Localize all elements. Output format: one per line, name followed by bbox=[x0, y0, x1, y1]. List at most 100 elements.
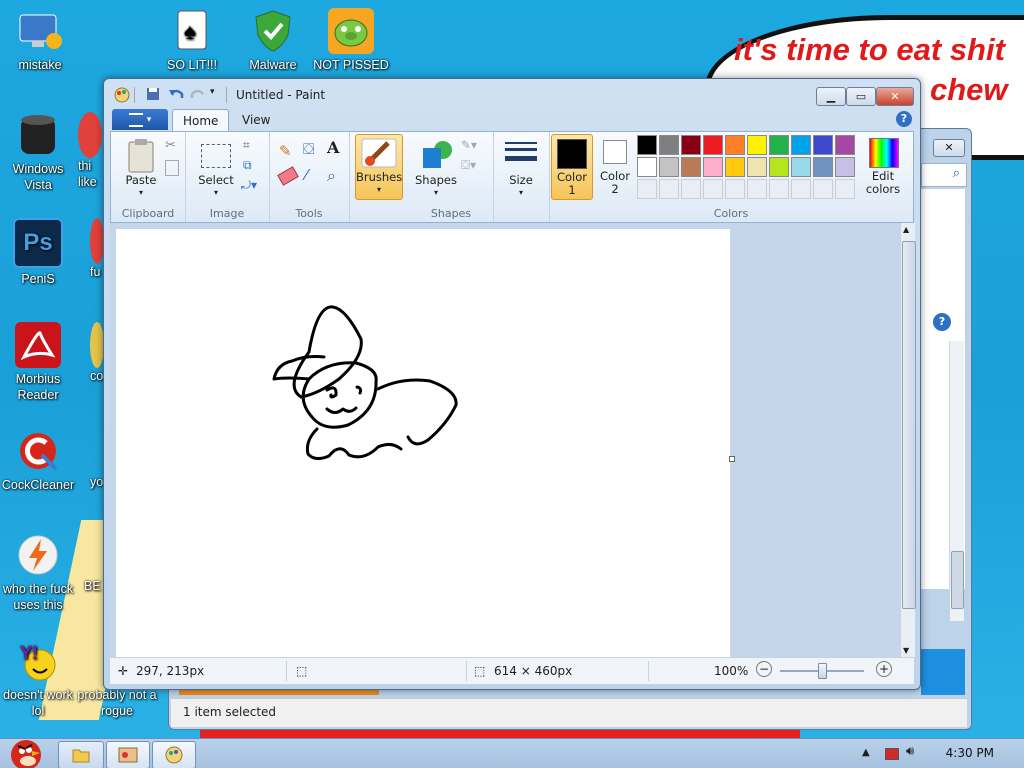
explorer-close-button[interactable]: ✕ bbox=[933, 139, 965, 157]
custom-color-slot[interactable] bbox=[835, 179, 855, 199]
shapes-button[interactable]: Shapes ▾ bbox=[415, 138, 457, 198]
desktop-icon-windows-vista[interactable]: Windows Vista bbox=[0, 112, 78, 193]
tab-view[interactable]: View bbox=[232, 109, 280, 130]
desktop-icon-doesnt-work[interactable]: Y! doesn't work lol bbox=[0, 638, 78, 719]
scroll-down-icon[interactable]: ▼ bbox=[903, 646, 909, 655]
canvas-resize-handle[interactable] bbox=[729, 456, 735, 462]
drawing-canvas[interactable] bbox=[116, 229, 735, 659]
help-icon[interactable]: ? bbox=[933, 313, 951, 331]
color2-button[interactable]: Color 2 bbox=[595, 134, 635, 198]
taskbar-explorer-button[interactable] bbox=[58, 741, 104, 768]
custom-color-slot[interactable] bbox=[637, 179, 657, 199]
custom-color-slot[interactable] bbox=[813, 179, 833, 199]
custom-color-slot[interactable] bbox=[703, 179, 723, 199]
palette-swatch[interactable] bbox=[835, 157, 855, 177]
title-bar[interactable]: ▾ Untitled - Paint ▁ ▭ ✕ bbox=[104, 79, 920, 109]
volume-icon[interactable]: 🔊︎ bbox=[906, 744, 914, 759]
desktop-icon-who-uses-this[interactable]: who the fuck uses this bbox=[0, 532, 78, 613]
desktop-icon-cockcleaner[interactable]: CockCleaner bbox=[0, 428, 78, 493]
fill-bucket-icon[interactable]: ⛋ bbox=[303, 140, 314, 158]
explorer-search-box[interactable]: ⌕ bbox=[921, 163, 967, 187]
scroll-thumb[interactable] bbox=[902, 241, 916, 609]
start-button[interactable] bbox=[2, 731, 50, 768]
palette-swatch[interactable] bbox=[725, 157, 745, 177]
desktop-icon-not-pissed[interactable]: NOT PISSED bbox=[311, 8, 391, 73]
color1-button[interactable]: Color 1 bbox=[551, 134, 593, 200]
pencil-icon[interactable]: ✎ bbox=[279, 142, 292, 160]
palette-swatch[interactable] bbox=[659, 157, 679, 177]
palette-swatch[interactable] bbox=[681, 135, 701, 155]
palette-swatch[interactable] bbox=[637, 157, 657, 177]
edit-colors-button[interactable]: Edit colors bbox=[855, 134, 911, 198]
size-button[interactable]: Size ▾ bbox=[501, 138, 541, 198]
zoom-out-button[interactable]: − bbox=[756, 661, 772, 677]
crop-icon[interactable]: ⌗ bbox=[243, 138, 250, 153]
customize-quick-access-icon[interactable]: ▾ bbox=[210, 87, 224, 101]
palette-swatch[interactable] bbox=[703, 135, 723, 155]
palette-swatch[interactable] bbox=[725, 135, 745, 155]
paste-button[interactable]: Paste ▾ bbox=[119, 138, 163, 198]
zoom-in-button[interactable]: + bbox=[876, 661, 892, 677]
palette-swatch[interactable] bbox=[637, 135, 657, 155]
scroll-up-icon[interactable]: ▲ bbox=[903, 225, 909, 234]
magnifier-icon[interactable]: ⌕ bbox=[327, 166, 336, 186]
outline-icon[interactable]: ✎▾ bbox=[461, 138, 477, 152]
desktop-icon-malware[interactable]: Malware bbox=[233, 8, 313, 73]
taskbar-paint-group-button[interactable] bbox=[106, 741, 150, 768]
help-icon[interactable]: ? bbox=[896, 111, 912, 127]
fill-icon[interactable]: ⛋▾ bbox=[461, 158, 476, 173]
angry-bird-icon bbox=[11, 740, 41, 768]
palette-swatch[interactable] bbox=[769, 135, 789, 155]
palette-swatch[interactable] bbox=[747, 157, 767, 177]
desktop-icon-mistake[interactable]: mistake bbox=[0, 8, 80, 73]
tab-home[interactable]: Home bbox=[172, 109, 230, 131]
palette-swatch[interactable] bbox=[769, 157, 789, 177]
explorer-scrollbar[interactable] bbox=[949, 341, 964, 621]
palette-swatch[interactable] bbox=[659, 135, 679, 155]
save-icon[interactable] bbox=[146, 87, 160, 101]
paint-app-icon[interactable] bbox=[114, 87, 130, 103]
custom-color-slot[interactable] bbox=[791, 179, 811, 199]
rotate-icon[interactable]: ⤾▾ bbox=[241, 178, 257, 193]
custom-color-slot[interactable] bbox=[747, 179, 767, 199]
copy-icon[interactable] bbox=[165, 160, 179, 176]
close-button[interactable]: ✕ bbox=[876, 87, 914, 106]
custom-color-slot[interactable] bbox=[725, 179, 745, 199]
show-hidden-icons-icon[interactable]: ▲ bbox=[862, 747, 870, 758]
desktop-icon-penis[interactable]: Ps PeniS bbox=[0, 218, 78, 287]
text-tool-icon[interactable]: A bbox=[327, 138, 339, 157]
network-icon[interactable] bbox=[885, 748, 899, 760]
custom-color-slot[interactable] bbox=[769, 179, 789, 199]
custom-color-slot[interactable] bbox=[659, 179, 679, 199]
explorer-scroll-thumb[interactable] bbox=[951, 551, 964, 609]
custom-color-slot[interactable] bbox=[681, 179, 701, 199]
palette-swatch[interactable] bbox=[681, 157, 701, 177]
palette-swatch[interactable] bbox=[747, 135, 767, 155]
palette-swatch[interactable] bbox=[703, 157, 723, 177]
resize-icon[interactable]: ⧉ bbox=[243, 158, 252, 173]
brushes-button[interactable]: Brushes ▾ bbox=[355, 134, 403, 200]
palette-swatch[interactable] bbox=[813, 157, 833, 177]
desktop-icon-morbius-reader[interactable]: Morbius Reader bbox=[0, 322, 78, 403]
desktop-icon-so-lit[interactable]: ♠ SO LIT!!! bbox=[152, 8, 232, 73]
palette-swatch[interactable] bbox=[813, 135, 833, 155]
zoom-slider-thumb[interactable] bbox=[818, 663, 827, 679]
maximize-button[interactable]: ▭ bbox=[846, 87, 876, 106]
paint-menu-button[interactable]: ▾ bbox=[112, 109, 168, 130]
status-separator bbox=[648, 661, 649, 681]
undo-icon[interactable] bbox=[168, 87, 184, 101]
desktop-icon-partial[interactable]: BE bbox=[84, 532, 104, 594]
minimize-button[interactable]: ▁ bbox=[816, 87, 846, 106]
redo-icon[interactable] bbox=[190, 87, 204, 101]
select-button[interactable]: Select ▾ bbox=[193, 138, 239, 198]
cut-icon[interactable]: ✂ bbox=[165, 138, 176, 153]
clock[interactable]: 4:30 PM bbox=[946, 746, 994, 760]
vertical-scrollbar[interactable]: ▲ ▼ bbox=[900, 223, 916, 657]
palette-swatch[interactable] bbox=[791, 135, 811, 155]
palette-swatch[interactable] bbox=[791, 157, 811, 177]
eraser-icon[interactable] bbox=[277, 166, 299, 186]
paint-window[interactable]: ▾ Untitled - Paint ▁ ▭ ✕ ▾ Home View ? P… bbox=[103, 78, 921, 690]
taskbar-paint-button[interactable] bbox=[152, 741, 196, 768]
palette-swatch[interactable] bbox=[835, 135, 855, 155]
color-picker-icon[interactable]: ⁄ bbox=[305, 166, 308, 184]
